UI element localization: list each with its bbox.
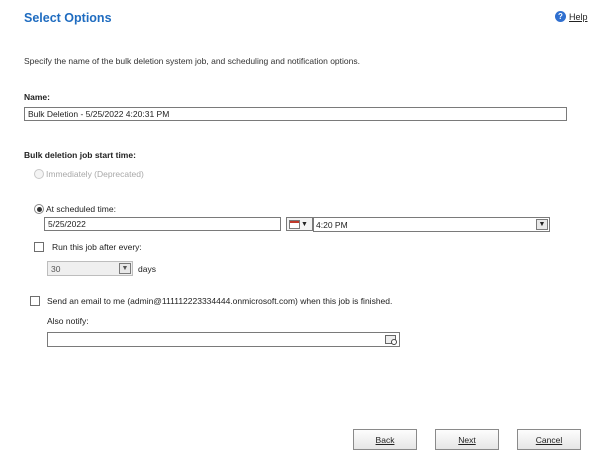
chevron-down-icon: ▼ — [119, 263, 131, 274]
name-input[interactable]: Bulk Deletion - 5/25/2022 4:20:31 PM — [24, 107, 567, 121]
lookup-icon[interactable] — [385, 335, 397, 345]
immediately-radio[interactable] — [34, 169, 44, 179]
also-notify-input[interactable] — [47, 332, 400, 347]
name-input-value: Bulk Deletion - 5/25/2022 4:20:31 PM — [28, 109, 170, 119]
next-button-label: Next — [458, 434, 476, 445]
scheduled-date-input[interactable]: 5/25/2022 — [44, 217, 281, 231]
scheduled-time-value: 4:20 PM — [316, 219, 348, 230]
help-icon: ? — [555, 11, 566, 22]
immediately-option[interactable]: Immediately (Deprecated) — [34, 169, 144, 179]
back-button[interactable]: Back — [353, 429, 417, 450]
start-time-label: Bulk deletion job start time: — [24, 150, 136, 160]
recurrence-option[interactable]: Run this job after every: — [34, 242, 142, 252]
email-option[interactable]: Send an email to me (admin@1111122233344… — [30, 296, 392, 306]
cancel-button[interactable]: Cancel — [517, 429, 581, 450]
cancel-button-label: Cancel — [535, 434, 563, 445]
recurrence-interval-select[interactable]: 30 ▼ — [47, 261, 133, 276]
recurrence-checkbox[interactable] — [34, 242, 44, 252]
chevron-down-icon: ▼ — [301, 220, 308, 228]
scheduled-date-value: 5/25/2022 — [48, 219, 86, 229]
email-label: Send an email to me (admin@1111122233344… — [47, 296, 393, 306]
name-label: Name: — [24, 92, 50, 102]
page-title: Select Options — [24, 11, 112, 25]
scheduled-time-select[interactable]: 4:20 PM ▼ — [313, 217, 550, 232]
immediately-label: Immediately (Deprecated) — [46, 169, 144, 179]
chevron-down-icon: ▼ — [536, 219, 548, 230]
calendar-icon — [289, 219, 300, 229]
help-link[interactable]: ? Help — [555, 11, 588, 22]
scheduled-option[interactable]: At scheduled time: — [34, 204, 116, 214]
email-checkbox[interactable] — [30, 296, 40, 306]
scheduled-radio[interactable] — [34, 204, 44, 214]
recurrence-interval-value: 30 — [51, 263, 61, 274]
next-button[interactable]: Next — [435, 429, 499, 450]
calendar-button[interactable]: ▼ — [286, 217, 313, 231]
recurrence-label: Run this job after every: — [52, 242, 142, 252]
recurrence-unit: days — [138, 264, 156, 274]
back-button-label: Back — [375, 434, 395, 445]
also-notify-label: Also notify: — [47, 316, 89, 326]
help-label: Help — [569, 11, 588, 22]
description-text: Specify the name of the bulk deletion sy… — [24, 56, 360, 66]
scheduled-label: At scheduled time: — [46, 204, 116, 214]
